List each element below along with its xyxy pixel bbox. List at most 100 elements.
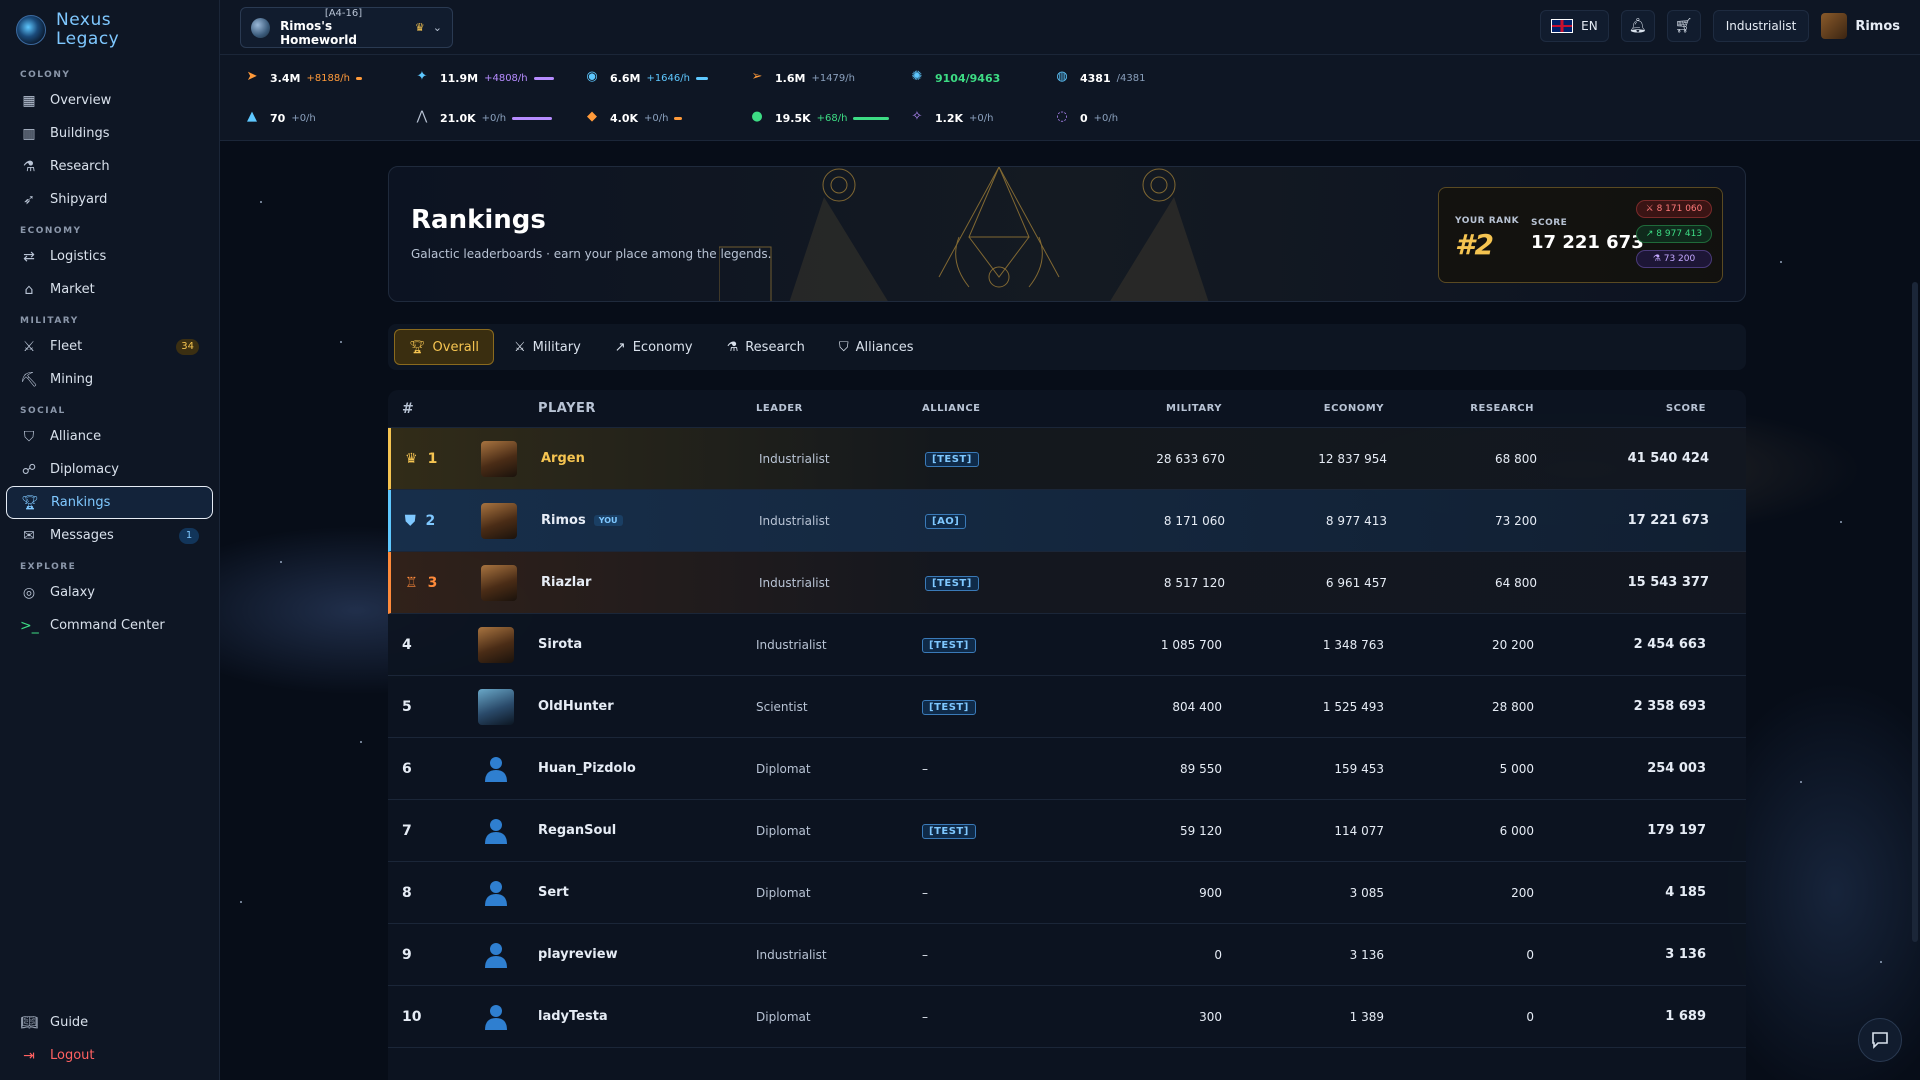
shield-icon: ⛉	[23, 428, 35, 445]
vortex-icon: ✧	[911, 109, 923, 124]
sidebar-item-overview[interactable]: ▦ Overview	[6, 84, 213, 117]
economy-score: 1 389	[1349, 1009, 1384, 1024]
rank-number: 6	[402, 760, 412, 777]
logo-line-1: Nexus	[56, 10, 112, 30]
alliance-tag[interactable]: [AO]	[925, 513, 967, 529]
header-player[interactable]: PLAYER	[538, 401, 756, 416]
cart-button[interactable]: 🛒︎	[1666, 10, 1701, 42]
table-row[interactable]: 7 ReganSoul Diplomat [TEST] 59 120 114 0…	[388, 800, 1746, 862]
trophy-icon: 🏆︎	[21, 494, 39, 511]
logout-button[interactable]: ⇥ Logout	[6, 1039, 213, 1072]
header-research[interactable]: RESEARCH	[1384, 403, 1534, 414]
alliance-tag[interactable]: [TEST]	[922, 637, 976, 653]
sidebar-item-shipyard[interactable]: ➶ Shipyard	[6, 183, 213, 216]
header-alliance[interactable]: ALLIANCE	[922, 403, 1072, 414]
military-score: 1 085 700	[1160, 637, 1222, 652]
table-row[interactable]: 6 Huan_Pizdolo Diplomat – 89 550 159 453…	[388, 738, 1746, 800]
sidebar-item-guide[interactable]: 📖︎ Guide	[6, 1006, 213, 1039]
tab-research[interactable]: ⚗ Research	[713, 329, 819, 365]
player-name[interactable]: ReganSoul	[538, 823, 756, 838]
military-score: 8 171 060	[1163, 513, 1225, 528]
notifications-button[interactable]: 🔔︎	[1620, 10, 1655, 42]
crown-icon: ♛	[405, 450, 418, 467]
player-name[interactable]: Argen	[541, 451, 759, 466]
rank-number: 7	[402, 822, 412, 839]
player-name[interactable]: Rimos	[541, 513, 586, 528]
resource-food: ● 19.5K +68/h	[745, 109, 890, 127]
economy-score: 8 977 413	[1325, 513, 1387, 528]
mail-icon: ✉	[23, 527, 35, 544]
planet-coordinates: [A4-16]	[324, 8, 363, 19]
tab-economy[interactable]: ↗ Economy	[601, 329, 707, 365]
table-row[interactable]: 8 Sert Diplomat – 900 3 085 200 4 185	[388, 862, 1746, 924]
page-scrollbar[interactable]	[1912, 282, 1918, 942]
research-score: 20 200	[1492, 637, 1534, 652]
app-logo[interactable]: Nexus Legacy	[0, 0, 219, 60]
sidebar-item-diplomacy[interactable]: ☍ Diplomacy	[6, 453, 213, 486]
table-row[interactable]: 4 Sirota Industrialist [TEST] 1 085 700 …	[388, 614, 1746, 676]
sidebar-item-alliance[interactable]: ⛉ Alliance	[6, 420, 213, 453]
header-leader[interactable]: LEADER	[756, 403, 922, 414]
alliance-tag[interactable]: [TEST]	[922, 699, 976, 715]
sidebar-item-market[interactable]: ⌂ Market	[6, 273, 213, 306]
table-row[interactable]: ♛ 1 Argen Industrialist [TEST] 28 633 670…	[388, 428, 1746, 490]
sidebar-item-galaxy[interactable]: ◎ Galaxy	[6, 576, 213, 609]
chat-bubble-icon	[1872, 1032, 1888, 1049]
nav-section-economy: ECONOMY	[20, 226, 82, 236]
messages-count-badge: 1	[179, 527, 199, 544]
sidebar-item-command-center[interactable]: >_ Command Center	[6, 609, 213, 642]
leader-type: Industrialist	[759, 575, 830, 590]
top-bar: [A4-16] Rimos's Homeworld ♛ ⌄ EN 🔔︎ 🛒︎ I…	[220, 0, 1920, 55]
sidebar-item-fleet[interactable]: ⚔ Fleet 34	[6, 330, 213, 363]
player-name[interactable]: Riazlar	[541, 575, 759, 590]
player-name[interactable]: Sert	[538, 885, 756, 900]
table-row[interactable]: 10 ladyTesta Diplomat – 300 1 389 0 1 68…	[388, 986, 1746, 1048]
table-header: # PLAYER LEADER ALLIANCE MILITARY ECONOM…	[388, 390, 1746, 428]
tab-military[interactable]: ⚔ Military	[500, 329, 595, 365]
total-score: 15 543 377	[1627, 575, 1709, 590]
sidebar-item-messages[interactable]: ✉ Messages 1	[6, 519, 213, 552]
resource-metal: ➤ 3.4M +8188/h	[240, 69, 362, 87]
language-code: EN	[1581, 19, 1598, 33]
tab-overall[interactable]: 🏆︎ Overall	[394, 329, 494, 365]
trend-up-icon: ↗	[614, 339, 626, 355]
player-name[interactable]: ladyTesta	[538, 1009, 756, 1024]
sidebar-item-rankings[interactable]: 🏆︎ Rankings	[6, 486, 213, 519]
header-military[interactable]: MILITARY	[1072, 403, 1222, 414]
alliance-tag[interactable]: [TEST]	[925, 451, 979, 467]
resource-bar: ➤ 3.4M +8188/h ✦ 11.9M +4808/h ◉ 6.6M +1646/h …	[220, 55, 1920, 141]
alliance-tag[interactable]: [TEST]	[925, 575, 979, 591]
sidebar-item-buildings[interactable]: ▥ Buildings	[6, 117, 213, 150]
chat-button[interactable]	[1858, 1018, 1902, 1062]
header-rank[interactable]: #	[388, 401, 478, 417]
tab-alliances[interactable]: ⛉ Alliances	[825, 329, 928, 365]
table-row-current-user[interactable]: ⛊ 2 Rimos YOU Industrialist [AO] 8 171 060…	[388, 490, 1746, 552]
total-score: 4 185	[1665, 885, 1706, 900]
player-name[interactable]: Huan_Pizdolo	[538, 761, 756, 776]
resource-fighters: ⋀ 21.0K +0/h	[410, 109, 553, 127]
planet-selector[interactable]: [A4-16] Rimos's Homeworld ♛ ⌄	[240, 7, 453, 48]
resource-alloy: ◆ 4.0K +0/h	[580, 109, 683, 127]
page-title: Rankings	[411, 205, 546, 235]
crossed-swords-icon: ⚔	[513, 339, 526, 355]
player-name[interactable]: OldHunter	[538, 699, 756, 714]
user-menu[interactable]: Rimos	[1821, 13, 1900, 39]
sidebar-item-logistics[interactable]: ⇄ Logistics	[6, 240, 213, 273]
total-score: 17 221 673	[1627, 513, 1709, 528]
table-row[interactable]: 9 playreview Industrialist – 0 3 136 0 3…	[388, 924, 1746, 986]
research-score: 200	[1511, 885, 1534, 900]
language-selector[interactable]: EN	[1540, 10, 1609, 42]
leader-role-pill[interactable]: Industrialist	[1712, 10, 1810, 42]
you-badge: YOU	[593, 515, 623, 526]
header-economy[interactable]: ECONOMY	[1222, 403, 1384, 414]
header-score[interactable]: SCORE	[1534, 403, 1722, 414]
table-row[interactable]: 5 OldHunter Scientist [TEST] 804 400 1 5…	[388, 676, 1746, 738]
crown-icon: ♛	[414, 21, 425, 34]
player-name[interactable]: playreview	[538, 947, 756, 962]
alliance-tag[interactable]: [TEST]	[922, 823, 976, 839]
avatar	[478, 626, 514, 663]
table-row[interactable]: ♖ 3 Riazlar Industrialist [TEST] 8 517 12…	[388, 552, 1746, 614]
player-name[interactable]: Sirota	[538, 637, 756, 652]
sidebar-item-mining[interactable]: ⛏ Mining	[6, 363, 213, 396]
sidebar-item-research[interactable]: ⚗ Research	[6, 150, 213, 183]
